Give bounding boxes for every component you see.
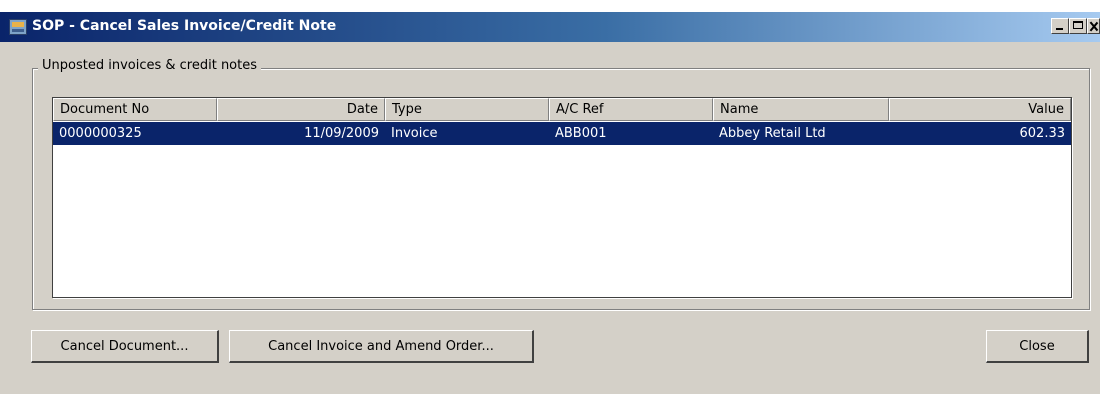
cell-date: 11/09/2009 — [304, 126, 379, 141]
group-label: Unposted invoices & credit notes — [38, 58, 262, 73]
column-header-date[interactable]: Date — [217, 98, 385, 121]
column-header-value[interactable]: Value — [889, 98, 1071, 121]
cell-ac-ref: ABB001 — [555, 126, 607, 141]
cell-name: Abbey Retail Ltd — [719, 126, 826, 141]
title-bar[interactable]: SOP - Cancel Sales Invoice/Credit Note — [0, 12, 1100, 42]
column-header-document-no[interactable]: Document No — [53, 98, 217, 121]
cell-value: 602.33 — [1019, 126, 1066, 141]
maximize-icon[interactable] — [1069, 18, 1087, 34]
cell-document-no: 0000000325 — [59, 126, 142, 141]
table-row[interactable]: 0000000325 11/09/2009 Invoice ABB001 Abb… — [53, 122, 1071, 145]
column-header-ac-ref[interactable]: A/C Ref — [549, 98, 713, 121]
window-title: SOP - Cancel Sales Invoice/Credit Note — [32, 18, 337, 34]
minimize-icon[interactable] — [1051, 18, 1069, 34]
column-header-name[interactable]: Name — [713, 98, 889, 121]
cancel-document-button[interactable]: Cancel Document... — [31, 330, 219, 363]
cell-type: Invoice — [391, 126, 438, 141]
documents-list[interactable]: Document No Date Type A/C Ref Name Value… — [52, 97, 1072, 298]
list-header: Document No Date Type A/C Ref Name Value — [53, 98, 1071, 121]
close-button[interactable]: Close — [986, 330, 1089, 363]
cancel-invoice-amend-order-button[interactable]: Cancel Invoice and Amend Order... — [229, 330, 534, 363]
app-icon — [9, 19, 27, 35]
column-header-type[interactable]: Type — [385, 98, 549, 121]
close-icon[interactable] — [1087, 18, 1100, 34]
